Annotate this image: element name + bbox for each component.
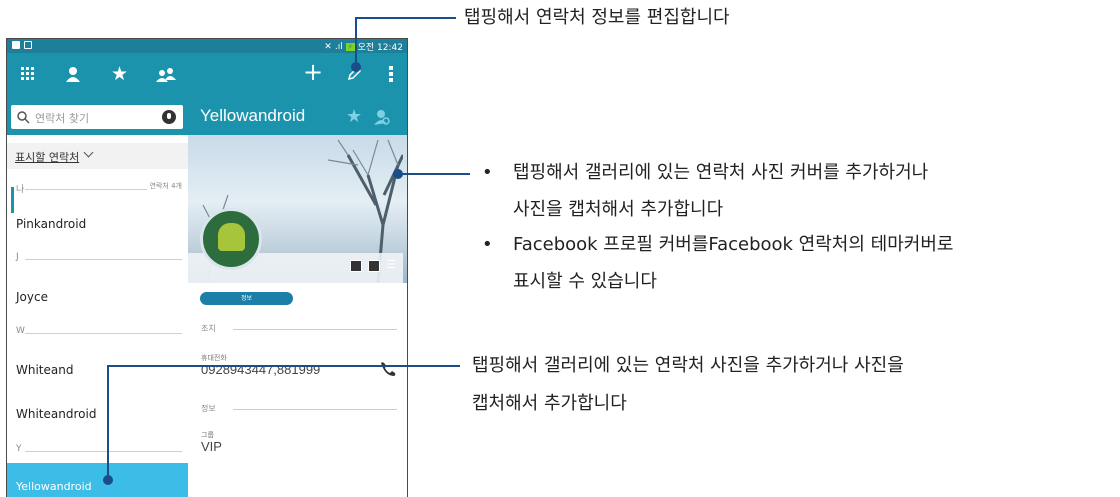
notification-icon [12,41,20,49]
photo-annotation-1: 탭핑해서 갤러리에 있는 연락처 사진을 추가하거나 사진을 [472,355,904,376]
signal-icon: .ıl [334,41,343,52]
contact-detail-pane: Yellowandroid ★ ☰ 정보 조치 휴대전화 0928943447,… [188,99,407,497]
info-header: 정보 [201,404,216,413]
apps-grid-icon[interactable] [21,66,35,86]
list-item-selected[interactable]: Yellowandroid [7,463,188,497]
detail-header: Yellowandroid ★ [188,99,407,135]
section-header: W [7,325,188,339]
chevron-down-icon [83,147,94,158]
actions-header: 조치 [201,324,216,333]
status-bar: ✕ .ıl ⚡ 오전 12:42 [7,39,407,53]
search-placeholder: 연락처 찾기 [35,112,90,125]
section-header: J [7,251,188,265]
contact-photo[interactable] [200,208,262,270]
menu-icon[interactable]: ☰ [386,258,396,271]
link-contact-icon[interactable] [374,109,390,129]
add-icon[interactable]: + [303,60,323,84]
contact-list-pane: 연락처 찾기 표시할 연락처 나 연락처 4개 Pinkandroid J Jo… [7,99,188,497]
section-header: Y [7,443,188,457]
cover-annotation-2b: 표시할 수 있습니다 [513,271,657,292]
edit-annotation: 탭핑해서 연락처 정보를 편집합니다 [464,7,730,28]
list-item[interactable]: Whiteand [16,363,73,377]
search-icon [17,109,30,128]
no-sound-icon: ✕ [324,41,332,52]
contact-count: 연락처 4개 [146,181,182,191]
cover-callout-dot [393,169,403,179]
cover-annotation-2a: Facebook 프로필 커버를Facebook 연락처의 테마커버로 [513,234,954,255]
photo-annotation-2: 캡처해서 추가합니다 [472,393,627,414]
camera-icon[interactable] [368,260,380,272]
phone-value[interactable]: 0928943447,881999 [201,362,320,377]
favorite-star-icon[interactable]: ★ [346,106,362,127]
person-icon[interactable] [65,66,81,87]
cover-annotation-1b: 사진을 캡처해서 추가합니다 [513,199,724,220]
filter-label: 표시할 연락처 [15,151,80,164]
cover-photo[interactable]: ☰ [188,135,407,283]
screenshot-icon [24,41,32,49]
bullet-2: • [482,234,493,255]
contact-name: Yellowandroid [200,106,306,125]
cover-annotation-1a: 탭핑해서 갤러리에 있는 연락처 사진 커버를 추가하거나 [513,162,929,183]
section-header: 나 연락처 4개 [16,181,182,195]
list-item[interactable]: Pinkandroid [16,217,86,231]
group-icon[interactable] [155,66,177,87]
battery-icon: ⚡ [345,42,355,51]
edit-callout-dot [351,62,361,72]
star-icon[interactable]: ★ [111,64,128,84]
crop-icon[interactable] [350,260,362,272]
contacts-filter[interactable]: 표시할 연락처 [7,143,188,169]
search-bar: 연락처 찾기 [7,99,188,135]
bullet-1: • [482,162,493,183]
call-icon[interactable] [379,361,397,381]
scroll-indicator[interactable] [11,187,14,213]
action-bar: ★ + [7,53,407,99]
clock: 오전 12:42 [357,43,403,53]
phone-screen: ✕ .ıl ⚡ 오전 12:42 ★ + 연락처 찾기 표시할 연락처 나 연락… [6,38,408,497]
search-input[interactable]: 연락처 찾기 [11,105,183,129]
mic-icon[interactable] [162,110,176,124]
list-item[interactable]: Joyce [16,290,48,304]
group-value: VIP [201,439,222,454]
overflow-menu-icon[interactable] [389,66,393,87]
tab-info[interactable]: 정보 [200,292,293,305]
photo-callout-dot [103,475,113,485]
list-item[interactable]: Whiteandroid [16,407,96,421]
